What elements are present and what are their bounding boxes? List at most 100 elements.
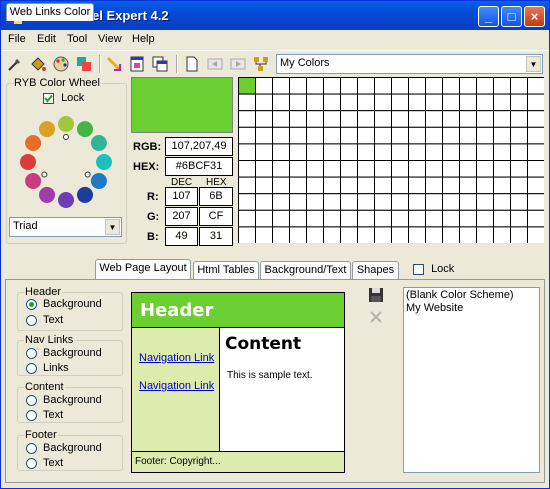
- palette-cell[interactable]: [425, 193, 443, 211]
- palette-cell[interactable]: [306, 126, 324, 145]
- palette-cell[interactable]: [442, 193, 460, 211]
- wheel-color-dot[interactable]: [58, 116, 74, 132]
- palette-cell[interactable]: [272, 209, 290, 228]
- palette-cell[interactable]: [255, 126, 273, 145]
- palette-cell[interactable]: [374, 176, 392, 195]
- palette-cell[interactable]: [459, 126, 477, 145]
- palette-cell[interactable]: [391, 126, 409, 145]
- gradient-icon[interactable]: [105, 55, 123, 73]
- palette-cell[interactable]: [272, 77, 290, 95]
- palette-cell[interactable]: [289, 160, 307, 178]
- palette-cell[interactable]: [238, 193, 256, 211]
- palette-cell[interactable]: [527, 160, 545, 178]
- palette-cell[interactable]: [476, 226, 494, 243]
- wheel-color-dot[interactable]: [20, 154, 36, 170]
- b-dec-field[interactable]: 49: [165, 227, 198, 246]
- palette-grid[interactable]: [238, 77, 544, 243]
- content-background-radio[interactable]: [26, 395, 37, 406]
- palette-cell[interactable]: [425, 143, 443, 162]
- palette-cell[interactable]: [442, 143, 460, 162]
- palette-cell[interactable]: [527, 77, 545, 95]
- palette-cell[interactable]: [289, 110, 307, 128]
- palette-cell[interactable]: [289, 93, 307, 112]
- palette-cell[interactable]: [391, 209, 409, 228]
- palette-cell[interactable]: [306, 143, 324, 162]
- palette-cell[interactable]: [442, 176, 460, 195]
- palette-cell[interactable]: [408, 176, 426, 195]
- wheel-lock-checkbox[interactable]: Lock: [43, 92, 84, 104]
- palette-cell[interactable]: [510, 143, 528, 162]
- palette-cell[interactable]: [357, 143, 375, 162]
- palette-cell[interactable]: [425, 126, 443, 145]
- palette-cell[interactable]: [255, 209, 273, 228]
- palette-cell[interactable]: [425, 176, 443, 195]
- list-item[interactable]: (Blank Color Scheme): [406, 289, 514, 301]
- palette-cell[interactable]: [238, 176, 256, 195]
- wheel-color-dot[interactable]: [25, 173, 42, 189]
- palette-cell[interactable]: [425, 93, 443, 112]
- palette-cell[interactable]: [323, 110, 341, 128]
- wheel-color-dot[interactable]: [25, 135, 42, 151]
- palette-cell[interactable]: [408, 77, 426, 95]
- wheel-color-dot[interactable]: [90, 135, 107, 151]
- palette-cell[interactable]: [374, 160, 392, 178]
- palette-cell[interactable]: [459, 209, 477, 228]
- palette-cell[interactable]: [272, 143, 290, 162]
- preview-nav-link[interactable]: Navigation Link: [139, 352, 214, 364]
- palette-cell[interactable]: [340, 77, 358, 95]
- palette-cell[interactable]: [476, 110, 494, 128]
- palette-cell[interactable]: [357, 93, 375, 112]
- palette-cell[interactable]: [340, 143, 358, 162]
- palette-cell[interactable]: [476, 176, 494, 195]
- palette-cell[interactable]: [255, 226, 273, 243]
- palette-cell[interactable]: [374, 126, 392, 145]
- footer-text-radio[interactable]: [26, 458, 37, 469]
- palette-cell[interactable]: [510, 193, 528, 211]
- header-background-radio[interactable]: [26, 299, 37, 310]
- palette-cell[interactable]: [408, 209, 426, 228]
- palette-cell[interactable]: [374, 193, 392, 211]
- palette-cell[interactable]: [391, 77, 409, 95]
- tab-shapes[interactable]: Shapes: [352, 261, 399, 279]
- palette-cell[interactable]: [374, 209, 392, 228]
- nav-links-radio[interactable]: [26, 363, 37, 374]
- palette-cell[interactable]: [374, 110, 392, 128]
- palette-cell[interactable]: [289, 226, 307, 243]
- palette-cell[interactable]: [391, 143, 409, 162]
- header-text-radio[interactable]: [26, 315, 37, 326]
- palette-cell[interactable]: [425, 77, 443, 95]
- palette-cell[interactable]: [442, 93, 460, 112]
- palette-cell[interactable]: [323, 160, 341, 178]
- close-button[interactable]: ×: [524, 6, 545, 27]
- palette-cell[interactable]: [408, 193, 426, 211]
- palette-cell[interactable]: [323, 77, 341, 95]
- delete-icon[interactable]: [369, 310, 383, 324]
- palette-cell[interactable]: [289, 209, 307, 228]
- palette-cell[interactable]: [476, 143, 494, 162]
- palette-cell[interactable]: [357, 176, 375, 195]
- palette-cell[interactable]: [493, 93, 511, 112]
- tree-icon[interactable]: [252, 55, 270, 73]
- palette-cell[interactable]: [374, 77, 392, 95]
- palette-cell[interactable]: [391, 193, 409, 211]
- palette-cell[interactable]: [527, 209, 545, 228]
- palette-cell[interactable]: [323, 193, 341, 211]
- tab-web-links-color[interactable]: Web Links Color: [6, 3, 94, 21]
- palette-cell[interactable]: [238, 110, 256, 128]
- palette-cell[interactable]: [238, 226, 256, 243]
- wheel-color-dot[interactable]: [77, 121, 93, 138]
- palette-cell[interactable]: [306, 77, 324, 95]
- palette-cell[interactable]: [272, 110, 290, 128]
- palette-cell[interactable]: [323, 176, 341, 195]
- palette-cell[interactable]: [425, 110, 443, 128]
- palette-cell[interactable]: [272, 93, 290, 112]
- palette-cell[interactable]: [493, 226, 511, 243]
- palette-cell[interactable]: [306, 176, 324, 195]
- palette-cell[interactable]: [238, 143, 256, 162]
- palette-cell[interactable]: [408, 110, 426, 128]
- palette-cell[interactable]: [510, 77, 528, 95]
- palette-cell[interactable]: [510, 209, 528, 228]
- palette-cell[interactable]: [323, 209, 341, 228]
- save-icon[interactable]: [368, 287, 384, 303]
- palette-cell[interactable]: [493, 143, 511, 162]
